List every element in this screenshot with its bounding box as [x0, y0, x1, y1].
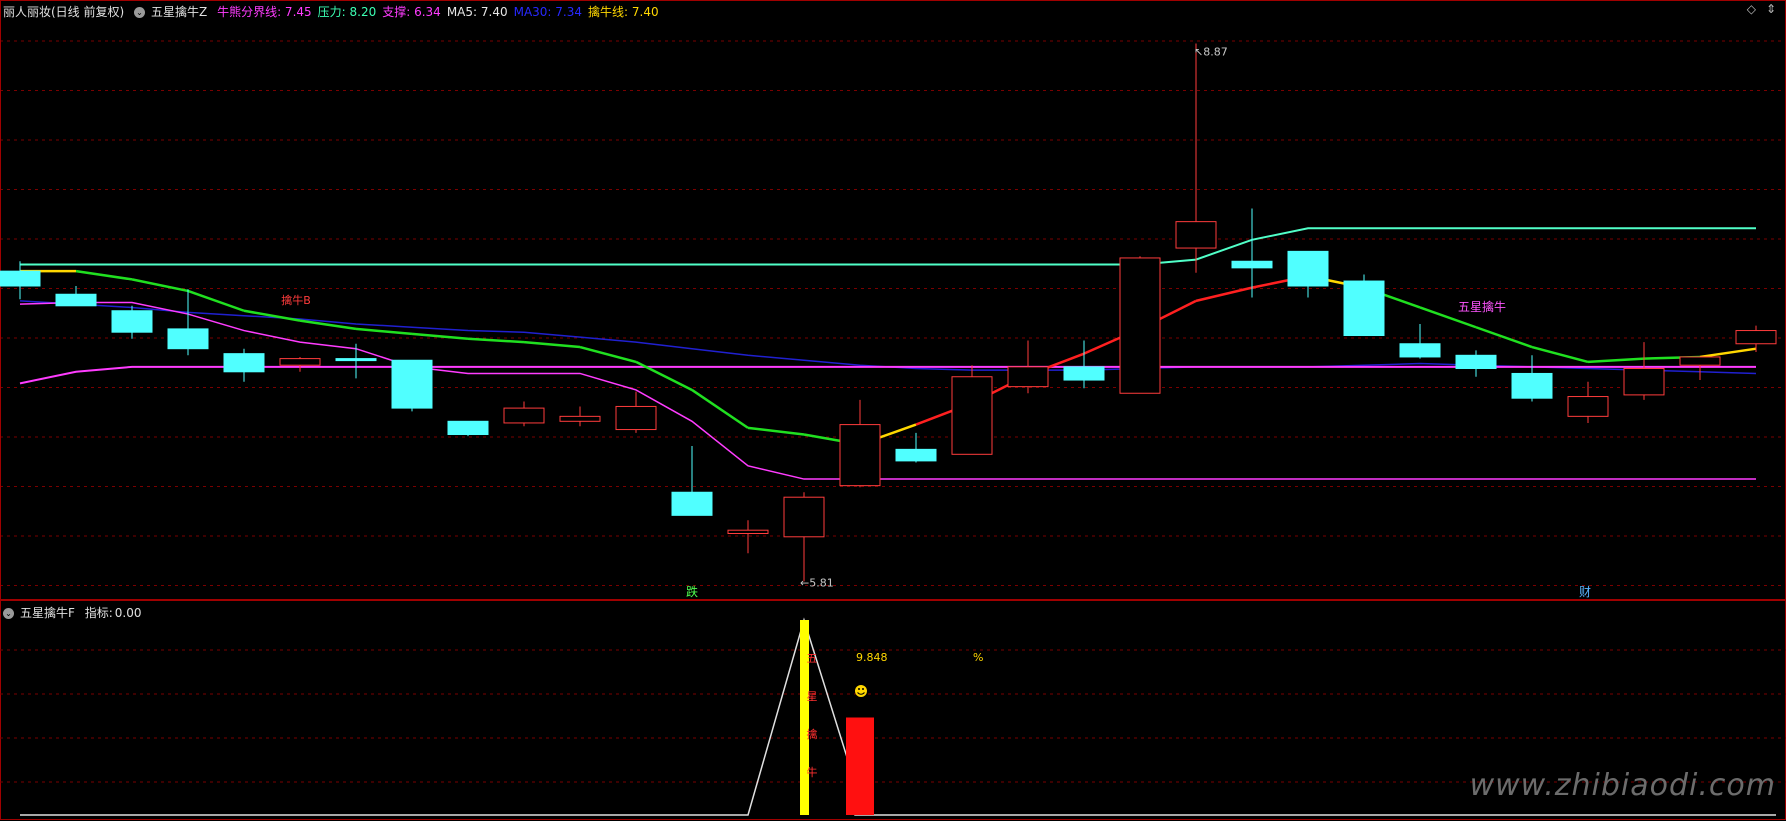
- candle-down: [1399, 343, 1441, 358]
- candle-up: [1175, 221, 1217, 249]
- support-line: [19, 365, 1756, 385]
- diamond-icon[interactable]: ◇: [1747, 2, 1756, 16]
- qinniu-line-segment: [1531, 345, 1589, 364]
- candle-up: [615, 405, 657, 431]
- qinniu-line-segment: [187, 289, 245, 312]
- sub-indicator-label: 指标:: [84, 606, 113, 620]
- vertical-char: 星: [807, 690, 818, 703]
- candle-up: [951, 376, 993, 455]
- qinniu-line-segment: [1587, 357, 1645, 364]
- candle-down: [447, 420, 489, 435]
- bull-bear-line: [19, 301, 1756, 480]
- candle-up: [1623, 368, 1665, 396]
- candle-down: [1231, 260, 1273, 269]
- candle-down: [1287, 250, 1329, 287]
- candle-down: [391, 359, 433, 409]
- candle-up: [839, 424, 881, 487]
- candle-down: [1511, 372, 1553, 399]
- candle-up: [1735, 330, 1777, 345]
- indicator-value-4: MA30: 7.34: [513, 5, 583, 19]
- qinniu-line-segment: [75, 269, 133, 281]
- qinniu-line-segment: [747, 426, 805, 436]
- candle-up: [783, 496, 825, 538]
- indicator-settings-icon[interactable]: ⌄: [134, 7, 146, 18]
- vertical-char: 五: [807, 652, 818, 665]
- candle-down: [167, 328, 209, 350]
- vertical-char: 牛: [807, 765, 818, 779]
- main-chart-header: 丽人丽妆(日线 前复权) ⌄ 五星擒牛Z 牛熊分界线: 7.45 压力: 8.20 支…: [3, 3, 671, 20]
- qinniu-line-segment: [1195, 286, 1253, 303]
- candle-up: [1119, 257, 1161, 394]
- candle-up: [279, 358, 321, 366]
- smile-icon: [855, 685, 867, 697]
- smile-face: [855, 685, 867, 697]
- candle-up: [1007, 366, 1049, 388]
- qinniu-line-segment: [131, 278, 189, 293]
- sub-value-label: 9.848: [856, 651, 888, 664]
- candle-up: [559, 415, 601, 422]
- candle-down: [1343, 280, 1385, 336]
- percent-label: %: [973, 651, 983, 664]
- indicator-values: 牛熊分界线: 7.45 压力: 8.20 支撑: 6.34 MA5: 7.40 MA30…: [217, 5, 665, 19]
- candle-down: [223, 353, 265, 373]
- sub-chart-header: ⌄ 五星擒牛F 指标: 0.00: [3, 604, 148, 621]
- qinniu-line-segment: [579, 345, 637, 364]
- sub-indicator-name[interactable]: 五星擒牛F: [20, 606, 75, 620]
- candle-down: [1455, 354, 1497, 369]
- sub-indicator-settings-icon[interactable]: ⌄: [3, 608, 14, 619]
- indicator-value-2: 支撑: 6.34: [382, 5, 441, 19]
- qinniu-line-segment: [355, 327, 413, 336]
- qinniu-line-segment: [1699, 347, 1757, 359]
- candle-up: [1679, 356, 1721, 366]
- qinniu-line-segment: [467, 337, 525, 344]
- watermark: www.zhibiaodi.com: [1469, 768, 1776, 803]
- candle-down: [0, 270, 41, 287]
- indicator-value-1: 压力: 8.20: [317, 5, 377, 19]
- cai-label: 财: [1579, 585, 1591, 599]
- red-signal-bar: [846, 717, 874, 815]
- candle-down: [1063, 366, 1105, 381]
- sub-indicator-value: 0.00: [114, 606, 142, 620]
- qinniu-line-segment: [1475, 326, 1533, 349]
- qinniu-b-label: 擒牛B: [281, 293, 311, 307]
- stock-title[interactable]: 丽人丽妆(日线 前复权): [3, 5, 124, 19]
- five-star-label: 五星擒牛: [1458, 299, 1506, 314]
- indicator-value-5: 擒牛线: 7.40: [588, 5, 659, 19]
- candle-up: [727, 529, 769, 535]
- indicator-name[interactable]: 五星擒牛Z: [151, 5, 207, 19]
- candle-up: [1567, 396, 1609, 417]
- pressure-line: [20, 227, 1756, 266]
- indicator-value-0: 牛熊分界线: 7.45: [217, 5, 312, 19]
- high-price-label: ↖8.87: [1194, 45, 1228, 58]
- candle-down: [55, 293, 97, 307]
- low-price-label: ←5.81: [800, 576, 834, 589]
- qinniu-line-segment: [523, 340, 581, 349]
- smile-eye: [862, 688, 864, 690]
- fall-label: 跌: [686, 584, 698, 599]
- chart-canvas: ↖8.87←5.81擒牛B 五星擒牛跌 财五星擒牛9.848%: [0, 0, 1786, 820]
- vertical-char: 擒: [807, 727, 818, 741]
- candle-up: [503, 407, 545, 424]
- scroll-updown-icon[interactable]: ⇕: [1766, 2, 1776, 16]
- smile-eye: [858, 688, 860, 690]
- candle-down: [895, 448, 937, 462]
- candle-down: [671, 491, 713, 516]
- qinniu-line-segment: [691, 388, 749, 429]
- indicator-value-3: MA5: 7.40: [446, 5, 508, 19]
- yellow-signal-bar: [800, 620, 809, 815]
- candle-down: [335, 358, 377, 362]
- candle-down: [111, 310, 153, 333]
